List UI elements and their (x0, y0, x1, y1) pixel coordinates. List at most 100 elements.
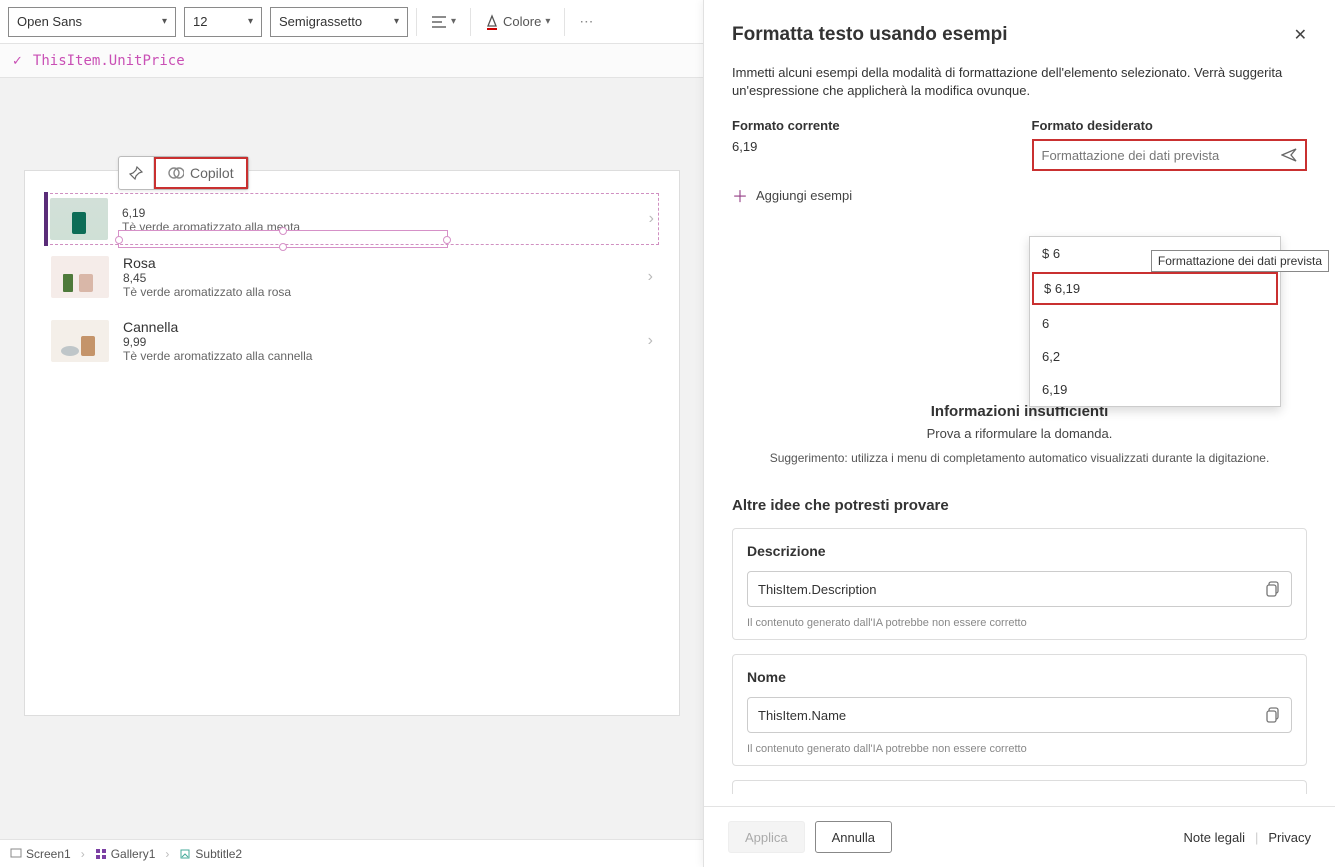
gallery-item[interactable]: Cannella 9,99 Tè verde aromatizzato alla… (45, 309, 659, 373)
format-panel: Formatta testo usando esempi ✕ Immetti a… (703, 0, 1335, 867)
copilot-icon (168, 165, 184, 181)
resize-handle[interactable] (443, 236, 451, 244)
breadcrumb-label: Subtitle2 (195, 847, 242, 861)
breadcrumb-gallery[interactable]: Gallery1 (95, 847, 156, 861)
breadcrumb-label: Screen1 (26, 847, 71, 861)
item-info: Cannella 9,99 Tè verde aromatizzato alla… (123, 319, 634, 363)
item-title: Rosa (123, 255, 634, 271)
font-color-icon (485, 14, 499, 30)
panel-body: Immetti alcuni esempi della modalità di … (704, 64, 1335, 806)
copy-icon[interactable] (1266, 707, 1281, 723)
current-format-value: 6,19 (732, 139, 1008, 154)
current-format-label: Formato corrente (732, 118, 1008, 133)
legal-link[interactable]: Note legali (1184, 830, 1245, 845)
item-info: 6,19 Tè verde aromatizzato alla menta (122, 204, 635, 234)
link-separator: | (1255, 830, 1258, 845)
item-title: Cannella (123, 319, 634, 335)
chevron-down-icon: ▾ (248, 16, 253, 27)
formula-check-icon: ✓ (12, 53, 23, 69)
gallery-item[interactable]: Rosa 8,45 Tè verde aromatizzato alla ros… (45, 245, 659, 309)
send-icon[interactable] (1281, 148, 1297, 162)
item-description: Tè verde aromatizzato alla rosa (123, 285, 634, 299)
add-examples-button[interactable]: ＋ Aggiungi esempi (732, 183, 1307, 207)
chevron-right-icon[interactable]: › (648, 268, 653, 286)
idea-title: Nome (747, 669, 1292, 685)
cancel-button[interactable]: Annulla (815, 821, 892, 853)
desired-format-input[interactable]: Formattazione dei dati prevista (1032, 139, 1308, 171)
idea-card: Descrizione ThisItem.Description Il cont… (732, 528, 1307, 640)
toolbar-separator (470, 8, 471, 36)
pin-button[interactable] (119, 157, 154, 189)
breadcrumb-screen[interactable]: Screen1 (10, 847, 71, 861)
chevron-down-icon: ▾ (545, 16, 550, 27)
gallery-icon (95, 848, 107, 860)
breadcrumb-subtitle[interactable]: Subtitle2 (179, 847, 242, 861)
desired-format-placeholder: Formattazione dei dati prevista (1042, 148, 1220, 163)
item-info: Rosa 8,45 Tè verde aromatizzato alla ros… (123, 255, 634, 299)
idea-expression-value: ThisItem.Description (758, 582, 876, 597)
more-options-button[interactable]: ⋯ (573, 13, 599, 30)
chevron-right-icon[interactable]: › (649, 210, 654, 228)
panel-intro-text: Immetti alcuni esempi della modalità di … (732, 64, 1307, 100)
copilot-button[interactable]: Copilot (154, 157, 248, 189)
align-icon (431, 15, 447, 29)
resize-handle[interactable] (279, 227, 287, 235)
breadcrumb-label: Gallery1 (111, 847, 156, 861)
pin-icon (129, 166, 143, 180)
close-button[interactable]: ✕ (1294, 25, 1307, 45)
input-tooltip: Formattazione dei dati prevista (1151, 250, 1329, 272)
gallery-item-selected[interactable]: Copilot 6,19 Tè verde aromatizzato alla … (45, 193, 659, 245)
breadcrumb-separator: › (81, 847, 85, 861)
font-weight-select[interactable]: Semigrassetto ▾ (270, 7, 408, 37)
footer-links: Note legali | Privacy (1184, 830, 1311, 845)
idea-card: Nome ThisItem.Name Il contenuto generato… (732, 654, 1307, 766)
font-family-select[interactable]: Open Sans ▾ (8, 7, 176, 37)
toolbar-separator (416, 8, 417, 36)
chevron-down-icon: ▾ (451, 16, 456, 27)
retry-text: Prova a riformulare la domanda. (732, 426, 1307, 441)
item-price[interactable]: 6,19 (122, 206, 635, 220)
breadcrumb-separator: › (165, 847, 169, 861)
apply-button: Applica (728, 821, 805, 853)
item-description: Tè verde aromatizzato alla cannella (123, 349, 634, 363)
font-size-select[interactable]: 12 ▾ (184, 7, 262, 37)
item-thumbnail (50, 198, 108, 240)
resize-handle[interactable] (115, 236, 123, 244)
privacy-link[interactable]: Privacy (1268, 830, 1311, 845)
idea-expression-input[interactable]: ThisItem.Description (747, 571, 1292, 607)
selection-bar (44, 192, 48, 246)
desired-format-label: Formato desiderato (1032, 118, 1308, 133)
plus-icon: ＋ (732, 183, 748, 207)
panel-title: Formatta testo usando esempi (732, 24, 1008, 46)
suggestion-option[interactable]: 6,2 (1030, 340, 1280, 373)
idea-card-partial (732, 780, 1307, 794)
chevron-right-icon[interactable]: › (648, 332, 653, 350)
copilot-label: Copilot (190, 165, 234, 181)
current-format-column: Formato corrente 6,19 (732, 118, 1008, 171)
color-label: Colore (503, 14, 541, 29)
desired-format-column: Formato desiderato Formattazione dei dat… (1032, 118, 1308, 171)
screen-icon (10, 848, 22, 860)
footer-buttons: Applica Annulla (728, 821, 892, 853)
idea-title: Descrizione (747, 543, 1292, 559)
ai-disclaimer: Il contenuto generato dall'IA potrebbe n… (747, 617, 1292, 629)
copy-icon[interactable] (1266, 581, 1281, 597)
toolbar-separator (564, 8, 565, 36)
font-color-button[interactable]: Colore ▾ (479, 7, 556, 37)
suggestion-option-highlighted[interactable]: $ 6,19 (1032, 272, 1278, 305)
screen-canvas[interactable]: Copilot 6,19 Tè verde aromatizzato alla … (24, 170, 680, 716)
font-size-value: 12 (193, 14, 207, 29)
align-button[interactable]: ▾ (425, 7, 462, 37)
chevron-down-icon: ▾ (162, 16, 167, 27)
suggestion-hint: Suggerimento: utilizza i menu di complet… (732, 451, 1307, 465)
item-thumbnail (51, 256, 109, 298)
add-examples-label: Aggiungi esempi (756, 188, 852, 203)
idea-expression-value: ThisItem.Name (758, 708, 846, 723)
suggestion-option[interactable]: 6,19 (1030, 373, 1280, 406)
item-thumbnail (51, 320, 109, 362)
suggestion-option[interactable]: 6 (1030, 307, 1280, 340)
formula-expression[interactable]: ThisItem.UnitPrice (33, 53, 185, 69)
idea-expression-input[interactable]: ThisItem.Name (747, 697, 1292, 733)
chevron-down-icon: ▾ (394, 16, 399, 27)
gallery-control[interactable]: Copilot 6,19 Tè verde aromatizzato alla … (25, 171, 679, 383)
